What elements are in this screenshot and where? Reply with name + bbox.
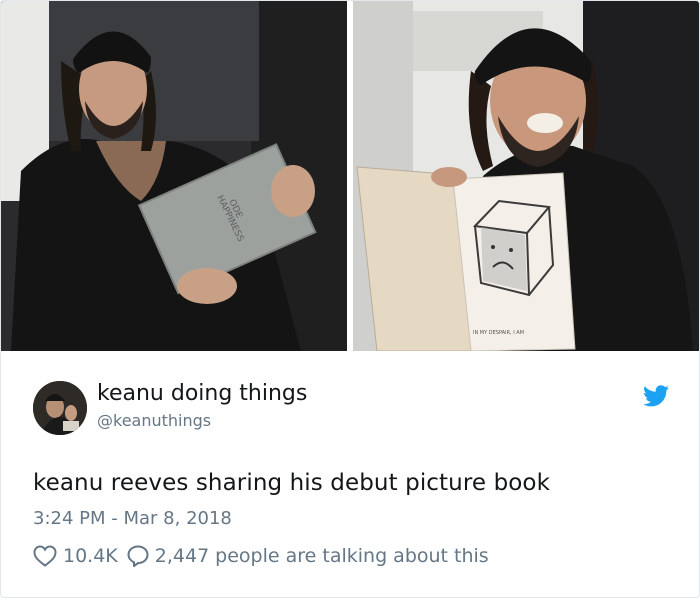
tweet-actions: 10.4K 2,447 people are talking about thi…	[33, 542, 489, 570]
like-button[interactable]: 10.4K	[33, 545, 118, 567]
tweet-card: ODE HAPPINESS IN MY DESPAIR, I AM keanu …	[0, 0, 700, 598]
like-count: 10.4K	[63, 545, 118, 567]
talking-about-label[interactable]: people are talking about this	[215, 545, 489, 567]
author-handle[interactable]: @keanuthings	[97, 411, 211, 430]
tweet-media[interactable]: ODE HAPPINESS IN MY DESPAIR, I AM	[1, 1, 699, 351]
tweet-date: Mar 8, 2018	[123, 508, 232, 529]
tweet-text: keanu reeves sharing his debut picture b…	[33, 470, 551, 496]
reply-button[interactable]: 2,447	[126, 544, 209, 568]
avatar[interactable]	[33, 381, 87, 435]
photo-showing-book-page[interactable]: IN MY DESPAIR, I AM	[353, 1, 699, 351]
speech-bubble-icon	[126, 544, 150, 568]
heart-icon	[33, 545, 57, 567]
timestamp-separator: -	[111, 508, 118, 529]
photo-holding-closed-book[interactable]: ODE HAPPINESS	[1, 1, 347, 351]
reply-count: 2,447	[154, 545, 210, 567]
twitter-bird-icon[interactable]	[643, 385, 669, 407]
tweet-timestamp[interactable]: 3:24 PM - Mar 8, 2018	[33, 508, 232, 529]
book-page-caption: IN MY DESPAIR, I AM	[473, 330, 524, 336]
author-display-name[interactable]: keanu doing things	[97, 381, 307, 406]
tweet-time: 3:24 PM	[33, 508, 106, 529]
